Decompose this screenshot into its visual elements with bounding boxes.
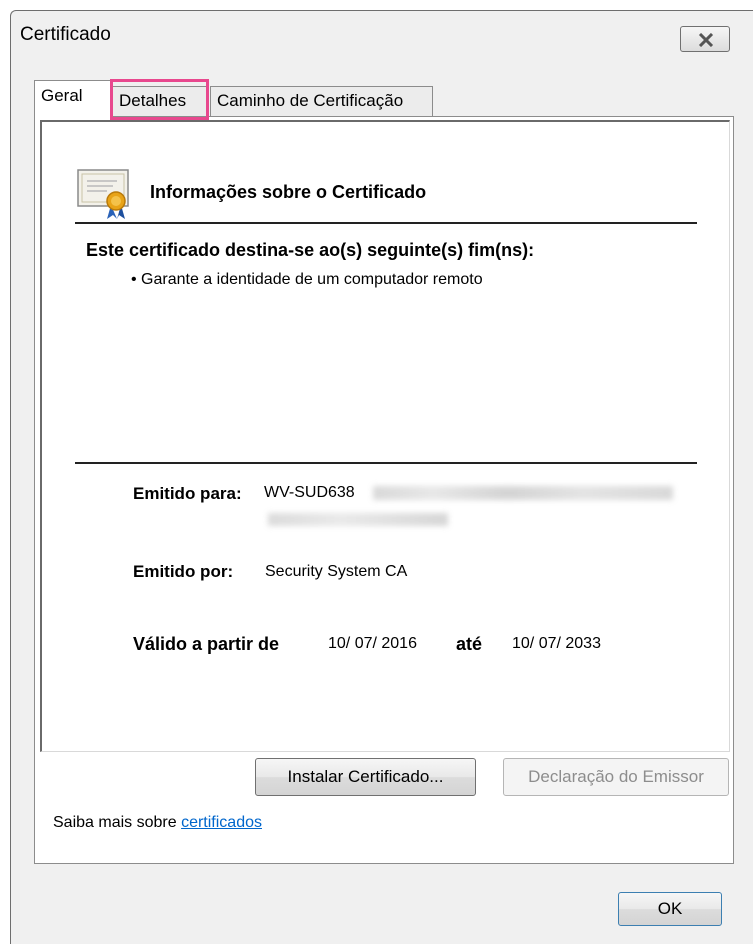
tab-detalhes[interactable]: Detalhes	[112, 86, 208, 116]
ok-button[interactable]: OK	[618, 892, 722, 926]
middle-separator	[75, 462, 697, 464]
purpose-heading: Este certificado destina-se ao(s) seguin…	[86, 240, 535, 260]
valid-to-label: até	[456, 634, 483, 654]
top-separator	[75, 222, 697, 224]
certificates-link[interactable]: certificados	[181, 814, 262, 831]
learn-more-text: Saiba mais sobre certificados	[53, 814, 262, 832]
valid-from-label: Válido a partir de	[133, 634, 280, 654]
tab-geral[interactable]: Geral	[34, 80, 112, 118]
issued-to-redacted	[373, 486, 673, 500]
issued-to-redacted-line2	[268, 513, 448, 526]
install-certificate-button[interactable]: Instalar Certificado...	[255, 758, 476, 796]
certificate-info-heading: Informações sobre o Certificado	[150, 182, 427, 202]
dialog-title: Certificado	[20, 24, 111, 45]
close-button[interactable]	[680, 26, 730, 52]
issuer-statement-button[interactable]: Declaração do Emissor	[503, 758, 729, 796]
purpose-item: • Garante a identidade de um computador …	[131, 271, 483, 288]
tab-caminho-de-certificacao[interactable]: Caminho de Certificação	[210, 86, 433, 116]
issued-to-value: WV-SUD638	[264, 484, 355, 501]
issued-by-value: Security System CA	[265, 563, 408, 580]
learn-more-prefix: Saiba mais sobre	[53, 814, 182, 831]
certificate-icon	[77, 169, 129, 219]
issued-to-label: Emitido para:	[133, 484, 242, 503]
valid-to-value: 10/ 07/ 2033	[512, 635, 601, 652]
close-icon	[698, 33, 714, 47]
issued-by-label: Emitido por:	[133, 562, 234, 581]
valid-from-value: 10/ 07/ 2016	[328, 635, 417, 652]
certificate-info-frame	[40, 120, 730, 752]
